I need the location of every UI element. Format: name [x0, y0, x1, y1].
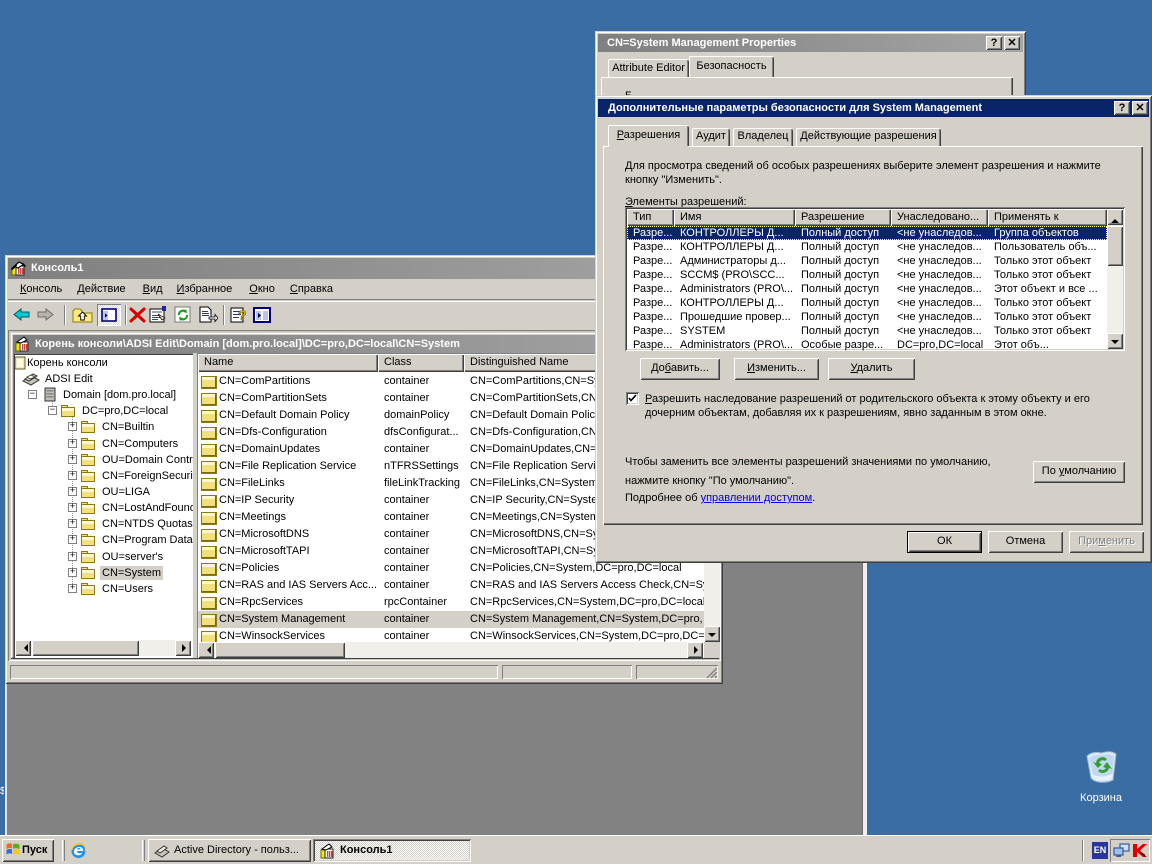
svg-text:?: ?: [238, 307, 247, 323]
